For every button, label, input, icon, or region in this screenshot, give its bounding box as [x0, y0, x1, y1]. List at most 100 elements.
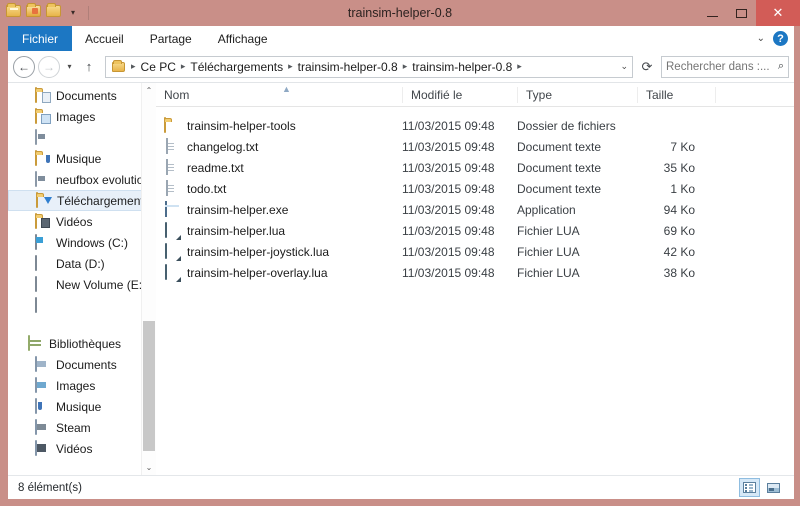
table-row[interactable]: changelog.txt 11/03/2015 09:48 Document … — [156, 136, 794, 157]
drive-icon — [35, 275, 51, 293]
chevron-down-icon[interactable]: ⌄ — [757, 33, 765, 44]
sidebar-scrollbar[interactable]: ⌃ ⌄ — [141, 83, 156, 475]
back-button[interactable]: ← — [13, 55, 35, 78]
tab-partage[interactable]: Partage — [137, 26, 205, 51]
sidebar-item-label: Steam — [56, 420, 91, 435]
file-size: 42 Ko — [663, 244, 695, 259]
sidebar-item-new-volume-e[interactable]: New Volume (E:) — [8, 274, 156, 295]
library-music-icon — [35, 397, 51, 415]
file-type: Dossier de fichiers — [517, 118, 616, 133]
sidebar-item-label: Vidéos — [56, 441, 93, 456]
sidebar-item-images[interactable]: Images — [8, 106, 156, 127]
forward-button[interactable]: → — [38, 55, 60, 78]
navigation-pane: Documents Images Musique neufbox evoluti… — [8, 83, 156, 475]
breadcrumb-separator: ▸ — [131, 61, 136, 71]
text-file-icon — [164, 158, 180, 176]
file-name: todo.txt — [187, 181, 227, 196]
sidebar-item-label: Vidéos — [56, 214, 93, 229]
sidebar-item-library-documents[interactable]: Documents — [8, 354, 156, 375]
sidebar-item-data-d[interactable]: Data (D:) — [8, 253, 156, 274]
explorer-body: Documents Images Musique neufbox evoluti… — [8, 82, 794, 475]
sidebar-item-windows-c[interactable]: Windows (C:) — [8, 232, 156, 253]
breadcrumb[interactable]: ▸ Ce PC ▸ Téléchargements ▸ trainsim-hel… — [105, 55, 633, 78]
divider — [88, 6, 89, 20]
breadcrumb-item-ce-pc[interactable]: Ce PC — [141, 60, 176, 74]
file-type: Fichier LUA — [517, 265, 580, 280]
table-row[interactable]: readme.txt 11/03/2015 09:48 Document tex… — [156, 157, 794, 178]
file-type: Document texte — [517, 160, 602, 175]
tab-affichage[interactable]: Affichage — [205, 26, 281, 51]
sidebar-item-library-steam[interactable]: Steam — [8, 417, 156, 438]
file-modified: 11/03/2015 09:48 — [402, 202, 495, 217]
status-bar: 8 élément(s) — [8, 475, 794, 499]
breadcrumb-item-telechargements[interactable]: Téléchargements — [190, 60, 283, 74]
network-folder-icon — [35, 128, 51, 146]
item-count-label: 8 élément(s) — [18, 481, 82, 494]
large-icons-view-button[interactable] — [763, 478, 784, 497]
minimize-button[interactable] — [698, 0, 727, 26]
search-icon[interactable]: ⌕ — [776, 60, 784, 73]
file-modified: 11/03/2015 09:48 — [402, 244, 495, 259]
breadcrumb-item-trainsim-2[interactable]: trainsim-helper-0.8 — [412, 60, 512, 74]
scrollbar-thumb[interactable] — [143, 321, 155, 451]
tab-fichier[interactable]: Fichier — [8, 26, 73, 51]
sidebar-item-label: Documents — [56, 357, 117, 372]
column-header-modifie-le[interactable]: Modifié le — [402, 86, 517, 103]
search-box[interactable]: ⌕ — [661, 55, 789, 78]
scroll-down-icon[interactable]: ⌄ — [142, 460, 156, 475]
scroll-up-icon[interactable]: ⌃ — [142, 83, 156, 98]
sidebar-item-unnamed-drive[interactable] — [8, 295, 156, 316]
file-type: Document texte — [517, 181, 602, 196]
maximize-button[interactable] — [727, 0, 756, 26]
close-button[interactable]: ✕ — [756, 0, 800, 26]
window-title: trainsim-helper-0.8 — [347, 6, 453, 20]
sidebar-item-musique[interactable]: Musique — [8, 148, 156, 169]
library-steam-icon — [35, 418, 51, 436]
folder-icon — [110, 59, 126, 72]
quick-access-dropdown-icon[interactable]: ▾ — [66, 0, 80, 26]
breadcrumb-separator: ▸ — [288, 61, 293, 71]
new-folder-icon[interactable] — [26, 3, 42, 21]
column-header-nom[interactable]: Nom — [156, 87, 402, 103]
sidebar-item-label: Documents — [56, 88, 117, 103]
up-button[interactable]: ↑ — [79, 59, 99, 74]
sidebar-item-bibliotheques[interactable]: Bibliothèques — [8, 333, 156, 354]
sidebar-item-library-musique[interactable]: Musique — [8, 396, 156, 417]
breadcrumb-item-trainsim-1[interactable]: trainsim-helper-0.8 — [298, 60, 398, 74]
chevron-down-icon[interactable]: ⌄ — [614, 61, 628, 72]
file-type: Application — [517, 202, 576, 217]
folder-tree: Documents Images Musique neufbox evoluti… — [8, 83, 156, 459]
search-input[interactable] — [666, 60, 776, 73]
sidebar-item-neufbox-evolution[interactable]: neufbox evolution — [8, 169, 156, 190]
tab-accueil[interactable]: Accueil — [72, 26, 137, 51]
refresh-icon[interactable]: ⟳ — [636, 59, 658, 75]
table-row[interactable]: trainsim-helper.exe 11/03/2015 09:48 App… — [156, 199, 794, 220]
drive-icon — [35, 296, 51, 314]
column-header-taille[interactable]: Taille — [637, 86, 715, 103]
sidebar-item-label: Images — [56, 378, 96, 393]
help-icon[interactable]: ? — [773, 31, 788, 46]
drive-windows-icon — [35, 233, 51, 251]
lua-file-icon — [164, 242, 180, 260]
folder-properties-icon[interactable] — [6, 3, 22, 21]
table-row[interactable]: trainsim-helper.lua 11/03/2015 09:48 Fic… — [156, 220, 794, 241]
table-row[interactable]: trainsim-helper-overlay.lua 11/03/2015 0… — [156, 262, 794, 283]
details-view-button[interactable] — [739, 478, 760, 497]
sidebar-item-unnamed-network[interactable] — [8, 127, 156, 148]
application-icon — [164, 200, 180, 218]
recent-locations-icon[interactable]: ▾ — [63, 62, 76, 71]
sidebar-item-library-videos[interactable]: Vidéos — [8, 438, 156, 459]
sidebar-item-documents[interactable]: Documents — [8, 85, 156, 106]
sidebar-item-videos[interactable]: Vidéos — [8, 211, 156, 232]
customize-icon[interactable] — [46, 3, 62, 21]
table-row[interactable]: todo.txt 11/03/2015 09:48 Document texte… — [156, 178, 794, 199]
table-row[interactable]: trainsim-helper-tools 11/03/2015 09:48 D… — [156, 115, 794, 136]
table-row[interactable]: trainsim-helper-joystick.lua 11/03/2015 … — [156, 241, 794, 262]
column-header-type[interactable]: Type — [517, 86, 637, 103]
sidebar-item-telechargements[interactable]: Téléchargements — [8, 190, 156, 211]
breadcrumb-separator: ▸ — [402, 61, 408, 71]
sidebar-item-label: Téléchargements — [57, 193, 150, 208]
sidebar-item-label: Musique — [56, 151, 102, 166]
file-name: trainsim-helper-joystick.lua — [187, 244, 330, 259]
sidebar-item-library-images[interactable]: Images — [8, 375, 156, 396]
